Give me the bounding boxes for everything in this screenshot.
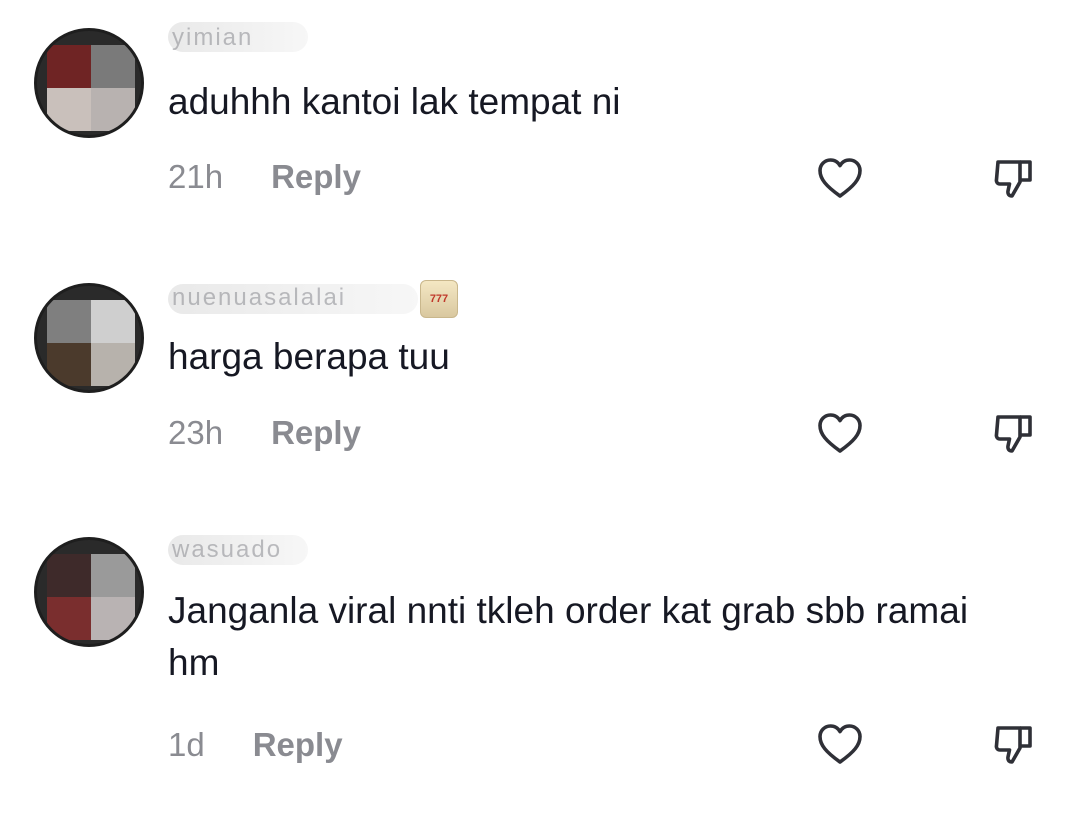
avatar-image <box>47 45 135 131</box>
reply-button[interactable]: Reply <box>271 158 361 196</box>
username[interactable]: nuenuasalalai <box>172 284 412 312</box>
comment-time: 21h <box>168 158 224 195</box>
dislike-button[interactable] <box>986 405 1042 461</box>
avatar[interactable] <box>34 283 144 393</box>
comment-meta: 21h Reply <box>168 158 361 196</box>
comment-time: 23h <box>168 414 224 451</box>
dislike-button[interactable] <box>986 150 1042 206</box>
avatar-image <box>47 554 135 640</box>
thumbs-down-outline-icon <box>994 726 1032 764</box>
thumbs-down-outline-icon <box>994 160 1032 198</box>
heart-outline-icon <box>818 724 862 764</box>
comment-time: 1d <box>168 726 205 763</box>
reply-button[interactable]: Reply <box>271 414 361 452</box>
badge-text: 777 <box>429 293 449 305</box>
comment-meta: 1d Reply <box>168 726 343 764</box>
like-button[interactable] <box>812 405 868 461</box>
avatar-image <box>47 300 135 386</box>
reply-button[interactable]: Reply <box>253 726 343 764</box>
username[interactable]: yimian <box>172 24 302 52</box>
like-button[interactable] <box>812 716 868 772</box>
comment-meta: 23h Reply <box>168 414 361 452</box>
username[interactable]: wasuado <box>172 536 332 564</box>
dislike-button[interactable] <box>986 716 1042 772</box>
like-button[interactable] <box>812 150 868 206</box>
slot-machine-icon: 777 <box>420 280 458 318</box>
comment-text: aduhhh kantoi lak tempat ni <box>168 81 621 122</box>
comment-text: harga berapa tuu <box>168 336 450 377</box>
avatar[interactable] <box>34 537 144 647</box>
thumbs-down-outline-icon <box>994 415 1032 453</box>
heart-outline-icon <box>818 158 862 198</box>
comment-text: Janganla viral nnti tkleh order kat grab… <box>168 590 969 683</box>
heart-outline-icon <box>818 413 862 453</box>
avatar[interactable] <box>34 28 144 138</box>
